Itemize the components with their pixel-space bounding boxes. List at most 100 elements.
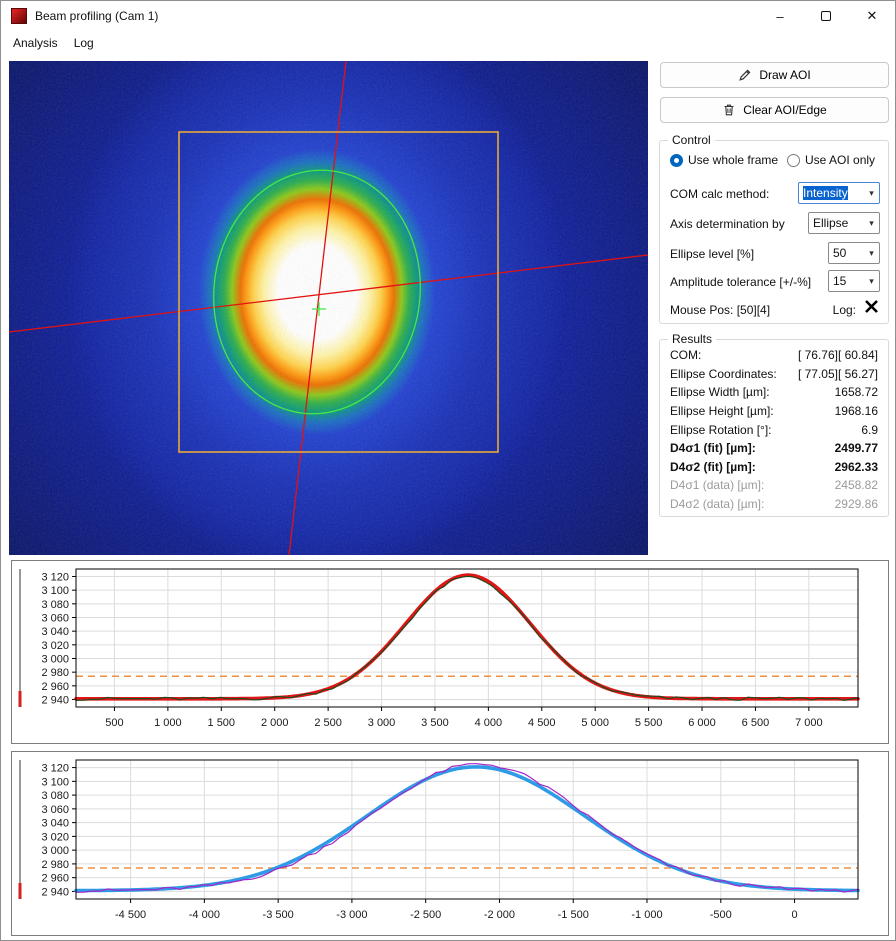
x-tick-label: 6 000 <box>688 717 716 729</box>
result-row: COM:[ 76.76][ 60.84] <box>670 346 878 365</box>
profile-chart-axis2[interactable]: 2 9402 9602 9803 0003 0203 0403 0603 080… <box>11 751 889 936</box>
result-value: 1968.16 <box>835 404 878 418</box>
result-row: Ellipse Width [µm]: 1658.72 <box>670 383 878 402</box>
radio-dot-unselected <box>787 154 800 167</box>
x-tick-label: 2 500 <box>314 717 342 729</box>
ellipse-level-value: 50 <box>833 246 846 260</box>
amplitude-tolerance-value: 15 <box>833 274 846 288</box>
y-tick-label: 3 080 <box>41 599 69 611</box>
y-tick-label: 2 960 <box>41 681 69 693</box>
app-icon <box>11 8 27 24</box>
close-button[interactable]: ✕ <box>849 1 895 31</box>
chevron-down-icon: ▾ <box>864 276 879 287</box>
mouse-pos-readout: Mouse Pos: [50][4] <box>670 303 770 317</box>
pencil-icon <box>738 68 752 82</box>
result-label: D4σ2 (data) [µm]: <box>670 497 764 511</box>
center-cross-marker <box>312 302 326 316</box>
x-tick-label: -4 000 <box>189 909 220 921</box>
clear-aoi-label: Clear AOI/Edge <box>743 103 826 117</box>
control-group: Control Use whole frame Use AOI only COM… <box>659 140 889 324</box>
x-tick-label: 3 500 <box>421 717 449 729</box>
y-tick-label: 3 020 <box>41 640 69 652</box>
results-group: Results COM:[ 76.76][ 60.84]Ellipse Coor… <box>659 339 889 517</box>
result-row: D4σ2 (fit) [µm]:2962.33 <box>670 458 878 477</box>
profile-data-x <box>76 576 858 700</box>
gaussian-fit-y <box>76 767 858 891</box>
x-tick-label: -2 500 <box>410 909 441 921</box>
axis-determination-select[interactable]: Ellipse ▾ <box>808 212 880 234</box>
window-title: Beam profiling (Cam 1) <box>35 9 158 23</box>
control-group-title: Control <box>668 133 715 147</box>
result-row: Ellipse Coordinates:[ 77.05][ 56.27] <box>670 365 878 384</box>
result-value: [ 76.76][ 60.84] <box>798 348 878 362</box>
x-tick-label: 4 500 <box>528 717 556 729</box>
app-window: Beam profiling (Cam 1) – ✕ Analysis Log <box>0 0 896 941</box>
clear-aoi-button[interactable]: Clear AOI/Edge <box>660 97 889 123</box>
crosshair-major-axis <box>289 61 346 555</box>
menu-analysis[interactable]: Analysis <box>5 33 66 53</box>
maximize-icon <box>821 11 831 21</box>
com-method-value: Intensity <box>803 186 848 200</box>
gaussian-fit-x <box>76 575 858 699</box>
x-tick-label: -4 500 <box>115 909 146 921</box>
axis-determination-value: Ellipse <box>813 216 848 230</box>
result-value: 1658.72 <box>835 385 878 399</box>
y-tick-label: 3 020 <box>41 831 69 843</box>
profile-chart-axis1[interactable]: 2 9402 9602 9803 0003 0203 0403 0603 080… <box>11 560 889 744</box>
log-label: Log: <box>833 303 856 317</box>
result-value: 6.9 <box>861 423 878 437</box>
result-label: Ellipse Coordinates: <box>670 367 777 381</box>
beam-image[interactable] <box>9 61 648 555</box>
result-label: Ellipse Rotation [°]: <box>670 423 772 437</box>
beam-ellipse <box>200 158 434 425</box>
window-controls: – ✕ <box>757 1 895 31</box>
result-value: 2458.82 <box>835 478 878 492</box>
x-tick-label: -500 <box>710 909 732 921</box>
x-tick-label: 1 500 <box>208 717 236 729</box>
result-row: D4σ1 (data) [µm]: 2458.82 <box>670 476 878 495</box>
trash-icon <box>722 103 736 117</box>
x-tick-label: 4 000 <box>475 717 503 729</box>
radio-use-whole-frame[interactable]: Use whole frame <box>670 153 778 167</box>
x-tick-label: 5 500 <box>635 717 663 729</box>
radio-use-aoi-only[interactable]: Use AOI only <box>787 153 875 167</box>
amplitude-tolerance-label: Amplitude tolerance [+/-%] <box>670 275 811 289</box>
y-tick-label: 2 980 <box>41 859 69 871</box>
result-label: D4σ1 (data) [µm]: <box>670 478 764 492</box>
result-label: D4σ1 (fit) [µm]: <box>670 441 756 455</box>
result-row: Ellipse Height [µm]: 1968.16 <box>670 402 878 421</box>
result-label: Ellipse Height [µm]: <box>670 404 774 418</box>
x-tick-label: -1 500 <box>558 909 589 921</box>
y-tick-label: 3 120 <box>41 763 69 775</box>
crosshair-minor-axis <box>9 255 648 332</box>
x-tick-label: 1 000 <box>154 717 182 729</box>
x-tick-label: 2 000 <box>261 717 289 729</box>
x-tick-label: -3 000 <box>336 909 367 921</box>
y-tick-label: 2 940 <box>41 886 69 898</box>
draw-aoi-button[interactable]: Draw AOI <box>660 62 889 88</box>
ellipse-level-select[interactable]: 50 ▾ <box>828 242 880 264</box>
close-icon: ✕ <box>867 8 878 24</box>
y-tick-label: 3 100 <box>41 776 69 788</box>
chevron-down-icon: ▾ <box>864 188 879 199</box>
maximize-button[interactable] <box>803 1 849 31</box>
y-tick-label: 3 040 <box>41 818 69 830</box>
draw-aoi-label: Draw AOI <box>759 68 810 82</box>
result-value: 2499.77 <box>835 441 878 455</box>
com-method-select[interactable]: Intensity ▾ <box>798 182 880 204</box>
x-tick-label: 5 000 <box>581 717 609 729</box>
result-row: Ellipse Rotation [°]: 6.9 <box>670 420 878 439</box>
axis-determination-label: Axis determination by <box>670 217 785 231</box>
result-label: Ellipse Width [µm]: <box>670 385 770 399</box>
chevron-down-icon: ▾ <box>864 218 879 229</box>
beam-overlay <box>9 61 648 555</box>
y-tick-label: 3 060 <box>41 613 69 625</box>
x-tick-label: -2 000 <box>484 909 515 921</box>
results-table: COM:[ 76.76][ 60.84]Ellipse Coordinates:… <box>670 346 878 513</box>
minimize-button[interactable]: – <box>757 1 803 31</box>
log-x-icon[interactable] <box>863 298 880 315</box>
menu-log[interactable]: Log <box>66 33 102 53</box>
radio-dot-selected <box>670 154 683 167</box>
x-tick-label: -3 500 <box>263 909 294 921</box>
amplitude-tolerance-select[interactable]: 15 ▾ <box>828 270 880 292</box>
